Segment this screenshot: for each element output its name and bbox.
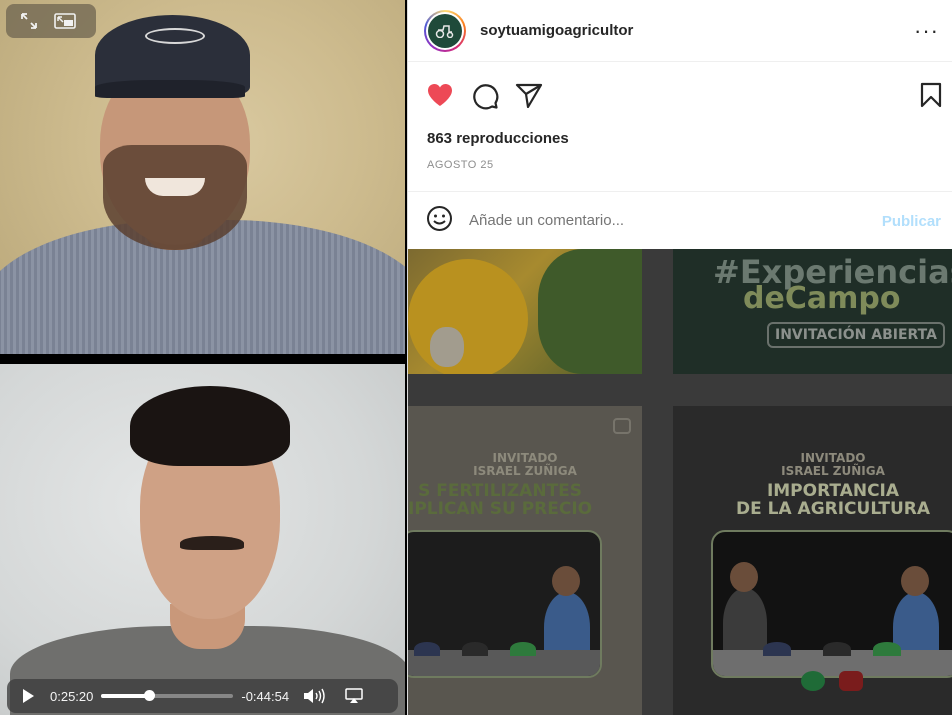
- video-participant-bottom: [0, 364, 405, 715]
- fruit-image: [408, 259, 528, 374]
- share-icon[interactable]: [515, 82, 543, 113]
- post-header: soytuamigoagricultor ···: [408, 0, 952, 62]
- profile-grid: #Experiencias deCampo INVITACIÓN ABIERTA…: [408, 249, 952, 715]
- play-icon[interactable]: [23, 689, 34, 703]
- comment-box: Publicar: [408, 191, 952, 438]
- cap-prop: [414, 642, 440, 656]
- fruit-seed: [430, 327, 464, 367]
- cap-prop: [763, 642, 791, 656]
- progress-fill: [101, 694, 149, 698]
- video-participant-top: [0, 0, 405, 354]
- pip-controls: [6, 4, 96, 38]
- cap-prop: [873, 642, 901, 656]
- bookmark-icon[interactable]: [920, 82, 942, 113]
- tractor-logo-icon: [428, 13, 462, 48]
- pip-exit-icon[interactable]: [54, 12, 76, 30]
- host-head: [552, 566, 580, 596]
- grid-post-fruit[interactable]: [408, 249, 642, 374]
- post-actions: [408, 62, 952, 132]
- tile-title-line: DE LA AGRICULTURA: [735, 499, 931, 519]
- tile-title-line: S FERTILIZANTES: [418, 481, 583, 501]
- comment-icon[interactable]: [471, 82, 499, 115]
- airplay-icon[interactable]: [345, 688, 363, 704]
- publish-button[interactable]: Publicar: [882, 213, 941, 230]
- emoji-icon[interactable]: [426, 205, 453, 237]
- guest-name: ISRAEL ZUÑIGA: [473, 464, 577, 478]
- guest-name: ISRAEL ZUÑIGA: [781, 464, 885, 478]
- participant-beard: [103, 145, 247, 250]
- heart-icon[interactable]: [426, 82, 454, 113]
- reel-icon: [613, 418, 631, 434]
- cap-prop: [823, 642, 851, 656]
- tile-title-line: IPLICAN SU PRECIO: [408, 499, 593, 519]
- cap-logo: [145, 28, 205, 44]
- tile-title-line: IMPORTANCIA: [766, 481, 900, 501]
- tile-title: S FERTILIZANTES IPLICAN SU PRECIO: [408, 482, 592, 518]
- guest-head: [730, 562, 758, 592]
- spotify-icon: [801, 671, 825, 691]
- comment-input[interactable]: [469, 212, 849, 229]
- volume-icon[interactable]: [303, 688, 327, 704]
- tile-badge: INVITACIÓN ABIERTA: [767, 322, 945, 348]
- youtube-icon: [839, 671, 863, 691]
- podcast-thumbnail: [711, 530, 952, 678]
- current-time: 0:25:20: [50, 688, 94, 704]
- guest-label: INVITADO ISRAEL ZUÑIGA: [673, 452, 952, 478]
- guest-label: INVITADO ISRAEL ZUÑIGA: [408, 452, 642, 478]
- username-link[interactable]: soytuamigoagricultor: [480, 22, 633, 39]
- post-date: AGOSTO 25: [427, 159, 494, 171]
- podcast-thumbnail: [408, 530, 602, 678]
- progress-knob[interactable]: [143, 690, 155, 701]
- expand-icon[interactable]: [20, 12, 38, 30]
- cap-prop: [510, 642, 536, 656]
- more-options-icon[interactable]: ···: [914, 18, 939, 44]
- guest-figure: [723, 588, 767, 658]
- avatar-ring: [426, 11, 464, 50]
- tile-title: IMPORTANCIA DE LA AGRICULTURA: [673, 482, 952, 518]
- avatar[interactable]: [424, 9, 466, 52]
- participant-cap-bill: [95, 80, 245, 98]
- host-head: [901, 566, 929, 596]
- leaf-image: [538, 249, 642, 374]
- grid-post-fertilizantes[interactable]: INVITADO ISRAEL ZUÑIGA S FERTILIZANTES I…: [408, 406, 642, 715]
- participant-mustache: [180, 536, 244, 550]
- progress-scrubber[interactable]: [101, 690, 234, 701]
- tile-heading-secondary: deCampo: [743, 281, 901, 316]
- remaining-time: -0:44:54: [241, 688, 290, 704]
- instagram-panel: soytuamigoagricultor ··· 863 reproduccio…: [407, 0, 952, 715]
- video-playbar: 0:25:20 -0:44:54: [7, 679, 398, 713]
- view-count: 863 reproducciones: [427, 130, 569, 147]
- participant-hair: [130, 386, 290, 466]
- participant-mouth: [145, 178, 205, 196]
- cap-prop: [462, 642, 488, 656]
- grid-post-experiencias[interactable]: #Experiencias deCampo INVITACIÓN ABIERTA: [673, 249, 952, 374]
- grid-post-importancia[interactable]: INVITADO ISRAEL ZUÑIGA IMPORTANCIA DE LA…: [673, 406, 952, 715]
- video-panel: 0:25:20 -0:44:54: [0, 0, 407, 715]
